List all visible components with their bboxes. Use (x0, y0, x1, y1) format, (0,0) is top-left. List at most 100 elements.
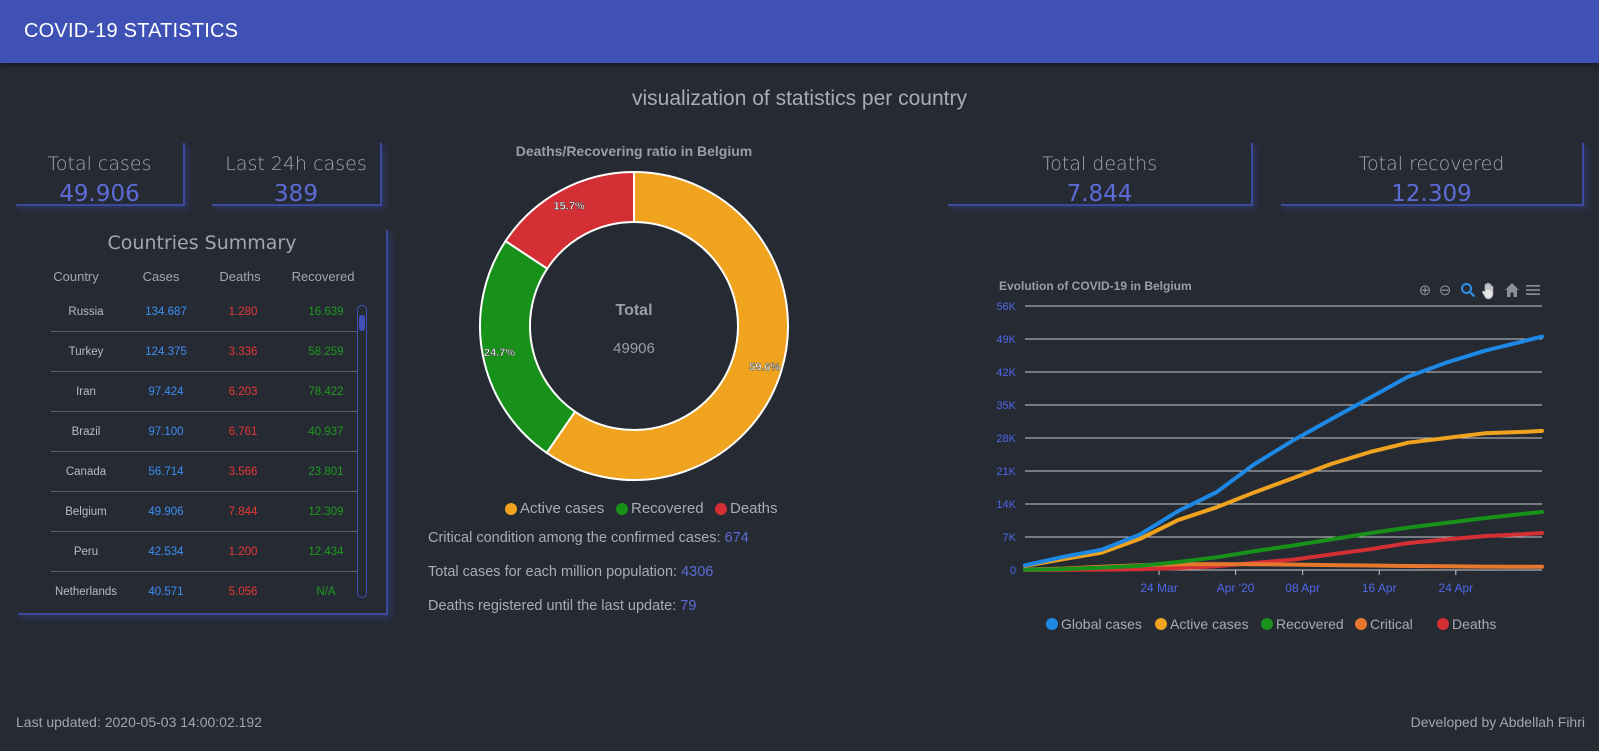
table-row[interactable]: Brazil 97.100 6.761 40.937 (51, 412, 358, 452)
legend-label-critical: Critical (1370, 616, 1413, 632)
cell-country: Belgium (65, 506, 107, 518)
legend-label-active-line: Active cases (1170, 616, 1249, 632)
y-tick-label: 14K (996, 499, 1016, 511)
column-header-cases: Cases (142, 269, 180, 284)
y-tick-label: 0 (1010, 565, 1016, 577)
y-tick-label: 35K (996, 400, 1016, 412)
donut-slice-label-1: 24.7% (484, 347, 515, 359)
per-million-stat-label: Total cases for each million population: (428, 564, 682, 580)
countries-summary-title: Countries Summary (107, 232, 297, 254)
developer-credit: Developed by Abdellah Fihri (1410, 714, 1585, 730)
donut-slice-2[interactable] (504, 170, 635, 271)
y-tick-label: 28K (996, 433, 1016, 445)
donut-slice-label-0: 59.6% (749, 362, 780, 374)
cell-country: Peru (73, 546, 99, 558)
legend-label-recovered: Recovered (631, 500, 704, 517)
donut-legend-deaths[interactable]: Deaths (715, 500, 778, 517)
x-tick-label: 24 Mar (1140, 581, 1177, 595)
donut-legend-recovered[interactable]: Recovered (616, 500, 704, 517)
summary-scrollbar[interactable] (357, 305, 367, 598)
y-tick-label: 49K (996, 334, 1016, 346)
table-row[interactable]: Peru 42.534 1.200 12.434 (51, 532, 358, 572)
donut-chart-title: Deaths/Recovering ratio in Belgium (515, 143, 753, 159)
deaths-update-stat-value: 79 (680, 598, 697, 614)
line-legend-active[interactable]: Active cases (1155, 616, 1249, 632)
legend-dot-critical (1355, 618, 1367, 630)
y-tick-label: 7K (1003, 532, 1017, 544)
legend-dot-global (1046, 618, 1058, 630)
deaths-update-stat-label: Deaths registered until the last update: (428, 598, 681, 614)
series-line-global-cases[interactable] (1023, 334, 1544, 568)
cell-country: Canada (65, 466, 107, 478)
y-tick-label: 21K (996, 466, 1016, 478)
cell-deaths: 7.844 (228, 506, 258, 518)
table-row[interactable]: Belgium 49.906 7.844 12.309 (51, 492, 358, 532)
cell-deaths: 6.203 (228, 386, 258, 398)
column-header-recovered: Recovered (291, 269, 355, 284)
donut-center-label: Total (615, 302, 652, 319)
cell-country: Turkey (68, 346, 104, 358)
table-row[interactable]: Iran 97.424 6.203 78.422 (51, 372, 358, 412)
per-million-stat: Total cases for each million population:… (428, 564, 713, 580)
legend-dot-deaths (715, 502, 727, 515)
cell-country: Iran (76, 386, 96, 398)
last-updated: Last updated: 2020-05-03 14:00:02.192 (16, 714, 262, 730)
legend-dot-active-line (1155, 618, 1167, 630)
total-cases-label: Total cases (47, 153, 152, 175)
cell-country: Netherlands (54, 586, 117, 598)
app-bar: COVID-19 STATISTICS (0, 0, 1599, 63)
line-legend-deaths[interactable]: Deaths (1437, 616, 1496, 632)
critical-stat-label: Critical condition among the confirmed c… (428, 530, 725, 546)
donut-slice-label-2: 15.7% (554, 200, 585, 212)
x-tick-label: Apr '20 (1217, 581, 1255, 595)
y-tick-label: 56K (996, 301, 1016, 313)
legend-label-global: Global cases (1061, 616, 1142, 632)
table-row[interactable]: Russia 134.687 1.280 16.639 (51, 292, 358, 332)
cell-deaths: 5.056 (228, 586, 258, 598)
per-million-stat-value: 4306 (681, 564, 714, 580)
line-legend-critical[interactable]: Critical (1355, 616, 1413, 632)
total-deaths-label: Total deaths (1041, 153, 1158, 175)
page-subtitle: visualization of statistics per country (632, 87, 967, 110)
x-tick-label: 24 Apr (1438, 581, 1473, 595)
x-tick-label: 08 Apr (1285, 581, 1320, 595)
table-row[interactable]: Turkey 124.375 3.336 58.259 (51, 332, 358, 372)
donut-chart: Total 49906 59.6% 24.7% 15.7% (479, 170, 789, 481)
countries-summary-card: Countries Summary Country Cases Deaths R… (18, 230, 388, 615)
legend-dot-deaths-line (1437, 618, 1449, 630)
table-row[interactable]: Netherlands 40.571 5.056 N/A (51, 572, 358, 612)
total-cases-card: Total cases 49.906 (16, 143, 185, 207)
column-header-deaths: Deaths (219, 269, 261, 284)
app-title: COVID-19 STATISTICS (24, 20, 239, 42)
x-tick-label: 16 Apr (1362, 581, 1397, 595)
total-deaths-value: 7.844 (1066, 181, 1133, 207)
cell-deaths: 6.761 (228, 426, 258, 438)
total-recovered-card: Total recovered 12.309 (1281, 143, 1584, 207)
total-deaths-card: Total deaths 7.844 (948, 143, 1253, 207)
line-chart: 0 7K 14K 21K 28K 35K 42K 49K 56K 24 Mar Apr '20 08 … (996, 301, 1544, 595)
cell-country: Brazil (71, 426, 101, 438)
cell-deaths: 1.200 (228, 546, 258, 558)
total-recovered-label: Total recovered (1358, 153, 1505, 175)
cell-country: Russia (68, 306, 104, 318)
legend-dot-recovered (616, 502, 628, 515)
y-tick-label: 42K (996, 367, 1016, 379)
last24h-value: 389 (274, 181, 318, 207)
donut-center-value: 49906 (613, 340, 655, 357)
critical-stat-value: 674 (724, 530, 749, 546)
scrollbar-thumb[interactable] (359, 315, 365, 331)
table-row[interactable]: Canada 56.714 3.566 23.801 (51, 452, 358, 492)
legend-label-recovered-line: Recovered (1276, 616, 1344, 632)
line-legend-recovered[interactable]: Recovered (1261, 616, 1344, 632)
cell-deaths: 1.280 (228, 306, 258, 318)
last24h-label: Last 24h cases (225, 153, 367, 175)
last24h-card: Last 24h cases 389 (212, 143, 382, 207)
legend-label-deaths: Deaths (730, 500, 778, 517)
legend-dot-active (505, 502, 517, 515)
donut-legend-active[interactable]: Active cases (505, 500, 604, 517)
legend-label-deaths-line: Deaths (1452, 616, 1497, 632)
total-cases-value: 49.906 (59, 181, 140, 207)
column-header-country: Country (53, 269, 99, 284)
line-legend-global[interactable]: Global cases (1046, 616, 1142, 632)
total-recovered-value: 12.309 (1391, 181, 1472, 207)
